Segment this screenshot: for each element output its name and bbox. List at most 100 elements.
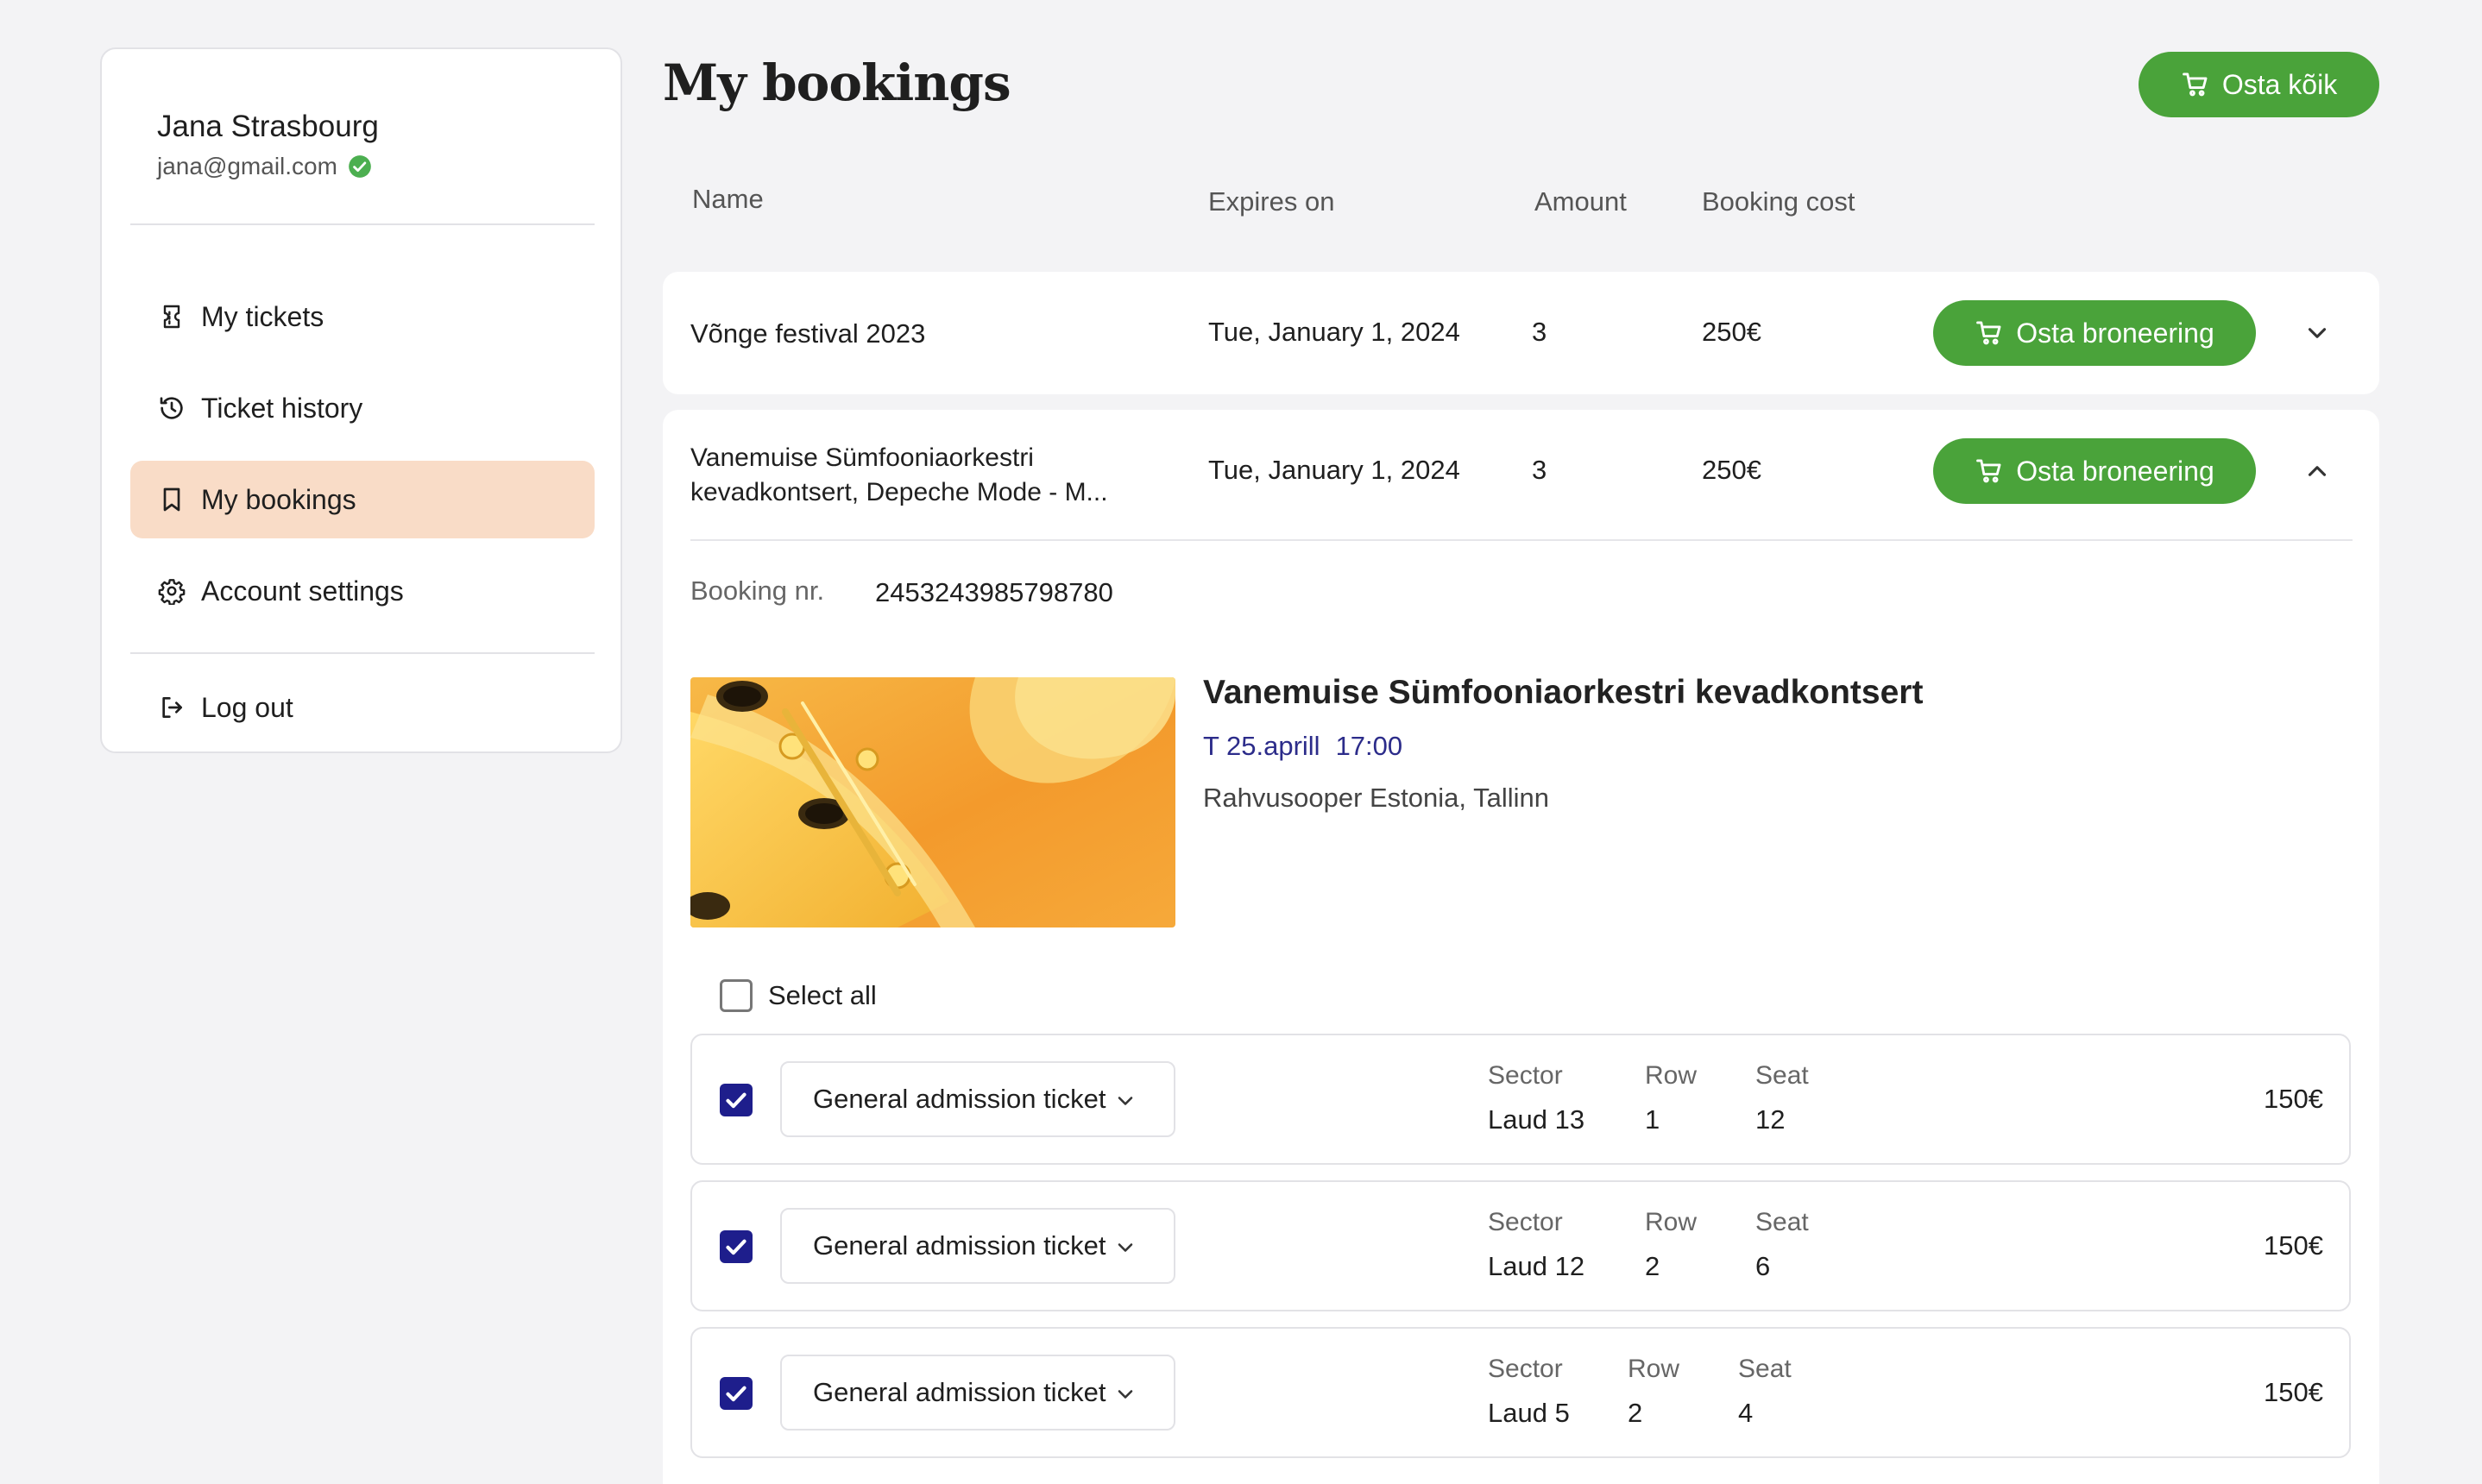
ticket-type-value: General admission ticket [813, 1230, 1106, 1261]
seat-label: Seat [1738, 1355, 1792, 1383]
booking-name: Vanemuise Sümfooniaorkestri kevadkontser… [690, 441, 1108, 510]
gear-icon [158, 579, 186, 605]
seat-value: 6 [1755, 1251, 1771, 1281]
column-header-expires: Expires on [1208, 186, 1335, 217]
row-value: 2 [1645, 1251, 1660, 1281]
page-title: My bookings [663, 53, 1011, 112]
sector-label: Sector [1488, 1355, 1563, 1383]
booking-card-expanded: Vanemuise Sümfooniaorkestri kevadkontser… [663, 410, 2379, 1484]
buy-booking-button[interactable]: Osta broneering [1933, 438, 2256, 504]
booking-amount: 3 [1532, 317, 1547, 347]
sector-value: Laud 12 [1488, 1251, 1585, 1281]
booking-name-line-1: Vanemuise Sümfooniaorkestri [690, 443, 1034, 472]
chevron-down-icon[interactable] [2302, 318, 2332, 348]
event-date: T 25.aprill [1203, 731, 1320, 761]
chevron-up-icon[interactable] [2302, 456, 2332, 486]
booking-amount: 3 [1532, 455, 1547, 485]
buy-all-button[interactable]: Osta kõik [2139, 52, 2379, 117]
sidebar-item-label: My tickets [201, 300, 324, 332]
sidebar-item-log-out[interactable]: Log out [130, 669, 595, 746]
buy-booking-label: Osta broneering [2016, 455, 2214, 487]
column-header-amount: Amount [1534, 186, 1627, 217]
chevron-down-icon [1118, 1243, 1133, 1252]
booking-card: Võnge festival 2023 Tue, January 1, 2024… [663, 272, 2379, 394]
ticket-type-value: General admission ticket [813, 1084, 1106, 1114]
check-icon [726, 1092, 746, 1109]
seat-label: Seat [1755, 1061, 1809, 1090]
ticket-checkbox[interactable] [720, 1084, 753, 1116]
row-label: Row [1628, 1355, 1680, 1383]
sidebar-item-label: Account settings [201, 575, 404, 607]
booking-nr-value: 2453243985798780 [875, 577, 1113, 607]
ticket-type-select[interactable]: General admission ticket [780, 1355, 1175, 1431]
row-value: 1 [1645, 1104, 1660, 1135]
booking-cost: 250€ [1702, 455, 1761, 485]
ticket-checkbox[interactable] [720, 1230, 753, 1263]
select-all-label: Select all [768, 980, 877, 1010]
user-email: jana@gmail.com [157, 153, 337, 179]
ticket-type-select[interactable]: General admission ticket [780, 1061, 1175, 1137]
column-header-cost: Booking cost [1702, 186, 1855, 217]
chevron-down-icon [1118, 1390, 1133, 1399]
sidebar-item-label: Log out [201, 691, 293, 723]
cart-icon [2182, 72, 2208, 97]
sidebar-item-ticket-history[interactable]: Ticket history [130, 369, 595, 447]
event-time: 17:00 [1335, 731, 1403, 761]
check-icon [726, 1239, 746, 1255]
seat-value: 12 [1755, 1104, 1786, 1135]
sidebar: Jana Strasbourg jana@gmail.com My ticket… [100, 47, 622, 753]
ticket-row: General admission ticket Sector Row Seat… [690, 1034, 2351, 1165]
ticket-price: 150€ [2264, 1377, 2323, 1407]
column-header-name: Name [692, 184, 764, 214]
select-all-checkbox[interactable]: Select all [720, 979, 877, 1012]
row-label: Row [1645, 1208, 1698, 1236]
checkbox-unchecked[interactable] [720, 979, 753, 1012]
booking-name: Võnge festival 2023 [690, 318, 926, 349]
event-datetime: T 25.aprill 17:00 [1203, 731, 1402, 762]
sidebar-divider [130, 223, 595, 225]
chevron-down-icon [1118, 1097, 1133, 1105]
buy-booking-button[interactable]: Osta broneering [1933, 300, 2256, 366]
logout-icon [162, 697, 182, 718]
ticket-type-select[interactable]: General admission ticket [780, 1208, 1175, 1284]
event-venue: Rahvusooper Estonia, Tallinn [1203, 783, 1549, 813]
booking-cost: 250€ [1702, 317, 1761, 347]
booking-expires: Tue, January 1, 2024 [1208, 455, 1460, 485]
row-label: Row [1645, 1061, 1698, 1090]
sector-label: Sector [1488, 1061, 1563, 1090]
ticket-price: 150€ [2264, 1230, 2323, 1261]
ticket-type-value: General admission ticket [813, 1377, 1106, 1407]
buy-all-label: Osta kõik [2221, 68, 2338, 100]
sidebar-item-my-bookings[interactable]: My bookings [130, 461, 595, 538]
verified-check-icon [349, 155, 371, 178]
cart-icon [1976, 321, 2001, 345]
seat-label: Seat [1755, 1208, 1809, 1236]
buy-booking-label: Osta broneering [2016, 317, 2214, 349]
user-email-row: jana@gmail.com [157, 153, 372, 180]
booking-divider [690, 539, 2353, 541]
sector-value: Laud 13 [1488, 1104, 1585, 1135]
sidebar-item-label: Ticket history [201, 392, 363, 424]
booking-expires: Tue, January 1, 2024 [1208, 317, 1460, 347]
seat-value: 4 [1738, 1398, 1754, 1428]
event-title: Vanemuise Sümfooniaorkestri kevadkontser… [1203, 674, 1924, 711]
check-icon [726, 1386, 746, 1402]
sidebar-item-account-settings[interactable]: Account settings [130, 552, 595, 630]
cart-icon [1976, 459, 2001, 483]
booking-name-line-2: kevadkontsert, Depeche Mode - M... [690, 478, 1108, 506]
sector-label: Sector [1488, 1208, 1563, 1236]
saxophone-image-icon [690, 677, 1175, 928]
bookmark-icon [163, 487, 180, 512]
sidebar-item-label: My bookings [201, 483, 356, 515]
ticket-checkbox[interactable] [720, 1377, 753, 1410]
ticket-price: 150€ [2264, 1084, 2323, 1114]
sidebar-divider [130, 652, 595, 654]
row-value: 2 [1628, 1398, 1643, 1428]
sector-value: Laud 5 [1488, 1398, 1570, 1428]
booking-nr-label: Booking nr. [690, 575, 825, 606]
sidebar-item-my-tickets[interactable]: My tickets [130, 278, 595, 355]
ticket-icon [163, 305, 180, 329]
ticket-row: General admission ticket Sector Row Seat… [690, 1327, 2351, 1458]
event-image [690, 677, 1175, 928]
ticket-row: General admission ticket Sector Row Seat… [690, 1180, 2351, 1311]
